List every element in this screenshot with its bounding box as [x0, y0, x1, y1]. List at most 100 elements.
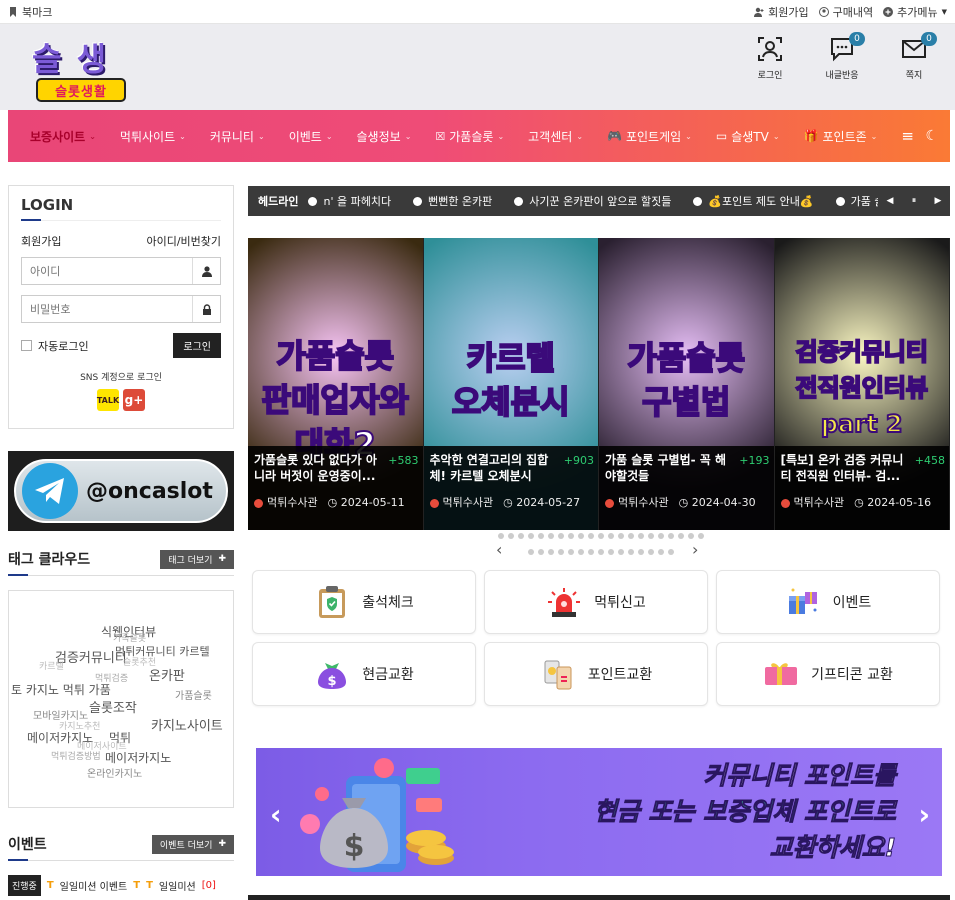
tag-link[interactable]: 가품슬롯 [175, 687, 212, 702]
header-messages-button[interactable]: 0 쪽지 [889, 32, 939, 81]
nav-item-info[interactable]: 슬생정보 ⌄ [345, 128, 424, 145]
event-button[interactable]: 이벤트 [716, 570, 940, 634]
tag-link[interactable]: 카르텔 [39, 659, 64, 672]
carousel-dot[interactable] [598, 548, 604, 555]
point-exchange-button[interactable]: 포인트교환 [484, 642, 708, 706]
kakao-login-icon[interactable]: TALK [97, 389, 119, 411]
carousel-dot[interactable] [658, 533, 664, 540]
tag-link[interactable]: 먹튀검증 [95, 671, 128, 684]
tag-link[interactable]: 슬롯추천 [123, 655, 156, 668]
bookmark-link[interactable]: 북마크 [8, 4, 52, 20]
carousel-dot[interactable] [568, 548, 574, 555]
event-item[interactable]: 진행중 T 일일미션 이벤트 T T 일일미션 [0] [8, 875, 234, 896]
carousel-dot[interactable] [558, 533, 564, 540]
carousel-dot[interactable] [668, 548, 674, 555]
tag-link[interactable]: 메이저사이트 [77, 739, 127, 752]
nav-item-scam-sites[interactable]: 먹튀사이트 ⌄ [108, 128, 198, 145]
nav-item-point-zone[interactable]: 🎁 포인트존 ⌄ [792, 128, 890, 145]
nav-item-fake-slots[interactable]: ☒ 가품슬롯 ⌄ [423, 128, 516, 145]
carousel-dot[interactable] [618, 548, 624, 555]
promo-prev-icon[interactable]: ‹ [270, 798, 282, 831]
carousel-dot[interactable] [588, 533, 594, 540]
headline-item[interactable]: n' 을 파헤치다 [308, 193, 391, 209]
carousel-dot[interactable] [638, 533, 644, 540]
carousel-dot[interactable] [698, 533, 704, 540]
events-more-button[interactable]: 이벤트 더보기 ✚ [151, 834, 234, 854]
headline-item[interactable]: 💰포인트 제도 안내💰 [693, 193, 813, 209]
nav-item-guarantee-sites[interactable]: 보증사이트 ⌄ [18, 128, 108, 145]
signup-link[interactable]: 회원가입 [754, 4, 809, 20]
tag-link[interactable]: 카지노추천 [59, 719, 100, 732]
carousel-dot[interactable] [538, 548, 544, 555]
carousel-dot[interactable] [528, 533, 534, 540]
carousel-dot[interactable] [648, 533, 654, 540]
login-button[interactable]: 로그인 [173, 333, 221, 358]
carousel-dot[interactable] [608, 533, 614, 540]
featured-card[interactable]: 가품슬롯 판매업자와 대화2 가품슬롯 있다 없다가 아니라 버젓이 운영중이..… [248, 238, 424, 530]
promo-banner[interactable]: $ ‹ 커뮤니티 포인트를 현금 또는 보증업체 포인트로 교환하세요! › [256, 748, 942, 876]
gifticon-exchange-button[interactable]: 기프티콘 교환 [716, 642, 940, 706]
carousel-dot[interactable] [498, 533, 504, 540]
tag-link[interactable]: 카지노사이트 [151, 715, 223, 734]
pause-icon[interactable]: ⏸ [902, 186, 926, 216]
find-account-link[interactable]: 아이디/비번찾기 [146, 233, 221, 249]
carousel-dot[interactable] [548, 548, 554, 555]
nav-item-events[interactable]: 이벤트 ⌄ [277, 128, 345, 145]
carousel-dot[interactable] [608, 548, 614, 555]
header-login-button[interactable]: 로그인 [745, 36, 795, 81]
carousel-dot[interactable] [528, 548, 534, 555]
promo-next-icon[interactable]: › [918, 798, 930, 831]
nav-item-support[interactable]: 고객센터 ⌄ [516, 128, 595, 145]
header-reactions-button[interactable]: 0 내글반응 [817, 32, 867, 81]
tag-link[interactable]: 슬롯조작 [89, 697, 137, 716]
carousel-dot[interactable] [558, 548, 564, 555]
site-logo[interactable]: 슬 생 슬롯생활 [28, 34, 138, 104]
prev-arrow-icon[interactable]: ◀ [878, 186, 902, 216]
carousel-dot[interactable] [578, 548, 584, 555]
auto-login-checkbox[interactable]: 자동로그인 [21, 338, 89, 354]
dark-mode-moon-icon[interactable]: ☾ [925, 128, 938, 144]
carousel-dot[interactable] [508, 533, 514, 540]
featured-card[interactable]: 검증커뮤니티 전직원인터뷰 part 2 [특보] 온카 검증 커뮤니티 전직원 … [774, 238, 950, 530]
featured-card[interactable]: 가품슬롯 구별법가품 슬롯 구별법- 꼭 해야할것들+193먹튀수사관2024-… [599, 238, 775, 530]
carousel-dot[interactable] [628, 533, 634, 540]
tag-link[interactable]: 온라인카지노 [87, 765, 142, 780]
carousel-dot[interactable] [548, 533, 554, 540]
nav-item-point-game[interactable]: 🎮 포인트게임 ⌄ [595, 128, 704, 145]
carousel-dot[interactable] [658, 548, 664, 555]
id-input[interactable] [22, 258, 192, 284]
carousel-dot[interactable] [638, 548, 644, 555]
carousel-dot[interactable] [688, 533, 694, 540]
carousel-dot[interactable] [598, 533, 604, 540]
carousel-dot[interactable] [538, 533, 544, 540]
carousel-dot[interactable] [568, 533, 574, 540]
orders-link[interactable]: 구매내역 [818, 4, 873, 20]
carousel-dot[interactable] [578, 533, 584, 540]
carousel-dot[interactable] [628, 548, 634, 555]
nav-item-community[interactable]: 커뮤니티 ⌄ [198, 128, 277, 145]
cash-exchange-button[interactable]: $ 현금교환 [252, 642, 476, 706]
google-login-icon[interactable]: g+ [123, 389, 145, 411]
headline-item[interactable]: 뻔뻔한 온카판 [413, 193, 492, 209]
featured-card[interactable]: 카르텔 오체분시 추악한 연결고리의 집합체! 카르텔 오체분시 +903 먹튀수사관… [423, 238, 599, 530]
carousel-dot[interactable] [518, 533, 524, 540]
carousel-dot[interactable] [648, 548, 654, 555]
scam-report-button[interactable]: 먹튀신고 [484, 570, 708, 634]
carousel-dot[interactable] [678, 533, 684, 540]
headline-item[interactable]: 사기꾼 온카판이 앞으로 할짓들 [514, 193, 671, 209]
headline-item[interactable]: 가품 슬롯 구별법 [836, 193, 878, 209]
carousel-dot[interactable] [588, 548, 594, 555]
signup-link[interactable]: 회원가입 [21, 233, 61, 249]
carousel-dot[interactable] [618, 533, 624, 540]
carousel-dot[interactable] [668, 533, 674, 540]
telegram-banner[interactable]: @oncaslot [8, 451, 234, 531]
tag-more-button[interactable]: 태그 더보기 ✚ [160, 549, 234, 569]
hamburger-menu-icon[interactable]: ≡ [889, 127, 926, 145]
password-input[interactable] [22, 296, 192, 322]
checkbox-box[interactable] [21, 340, 32, 351]
next-arrow-icon[interactable]: ▶ [926, 186, 950, 216]
carousel-next-icon[interactable]: › [692, 540, 698, 559]
more-menu-dropdown[interactable]: 추가메뉴 ▼ [883, 4, 947, 20]
attendance-button[interactable]: 출석체크 [252, 570, 476, 634]
nav-item-tv[interactable]: ▭ 슬생TV ⌄ [704, 128, 792, 145]
